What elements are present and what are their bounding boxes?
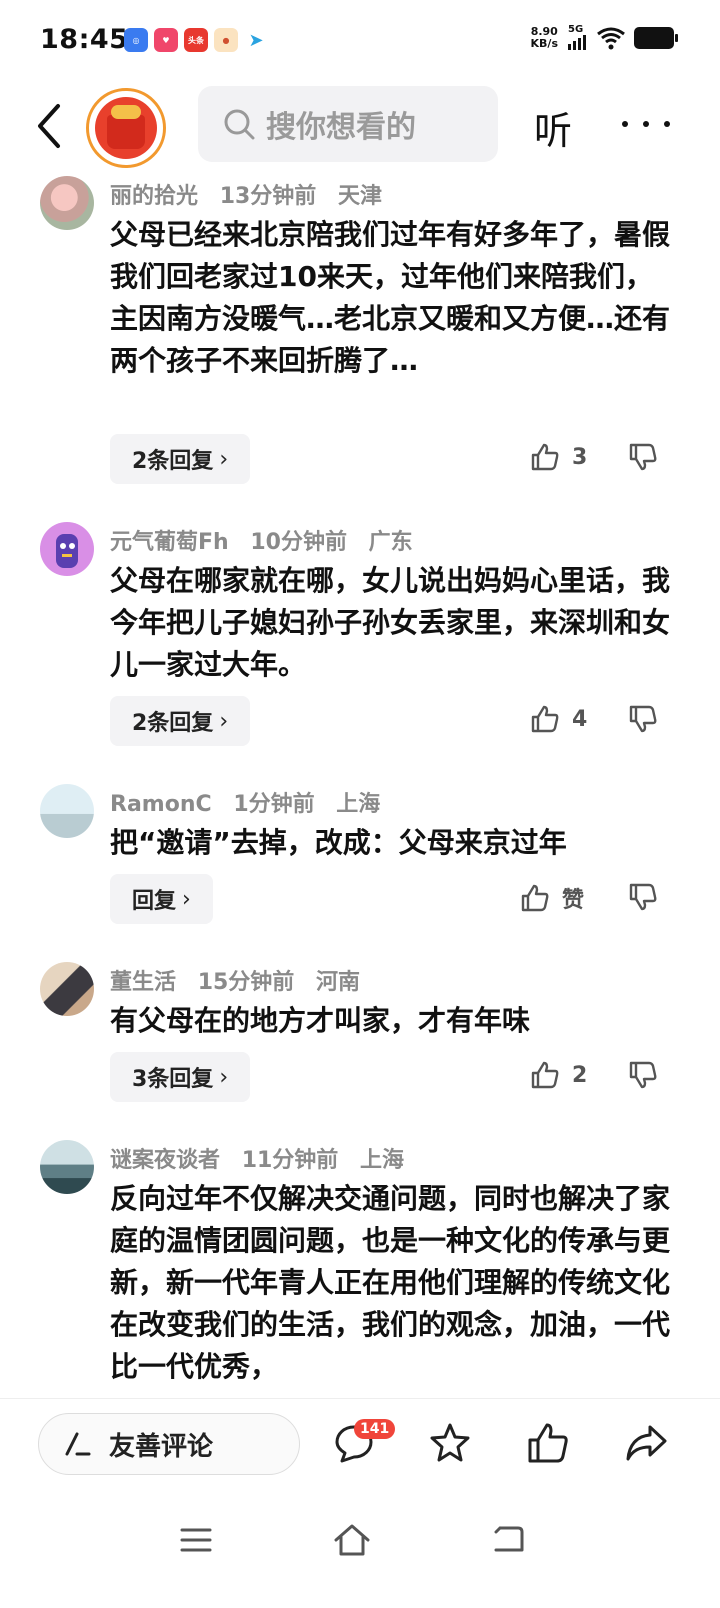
- menu-icon[interactable]: [176, 1520, 216, 1560]
- shopping-app-icon: ♥: [154, 28, 178, 52]
- comment-item: RamonC 1分钟前 上海 把“邀请”去掉，改成：父母来京过年 回复 › 赞: [0, 784, 720, 934]
- comment-time: 11分钟前: [241, 1148, 339, 1173]
- status-app-icons: ◎ ♥ 头条 ● ➤: [124, 28, 268, 52]
- like-button[interactable]: 赞: [520, 882, 584, 914]
- comment-user[interactable]: RamonC: [110, 792, 212, 817]
- home-icon[interactable]: [332, 1520, 372, 1560]
- thumbs-up-icon: [531, 1061, 559, 1089]
- comment-location: 广东: [368, 530, 413, 555]
- comment-location: 上海: [359, 1148, 404, 1173]
- thumbs-up-icon: [531, 443, 559, 471]
- comment-item: 元气葡萄Fh 10分钟前 广东 父母在哪家就在哪，女儿说出妈妈心里话，我今年把儿…: [0, 522, 720, 762]
- status-bar: 18:45 ◎ ♥ 头条 ● ➤ 8.90 KB/s 5G: [0, 0, 720, 80]
- browser-app-icon: ◎: [124, 28, 148, 52]
- comment-count-badge: 141: [354, 1419, 396, 1439]
- reply-button[interactable]: 2条回复 ›: [110, 434, 251, 484]
- like-count: 赞: [562, 888, 585, 913]
- like-button[interactable]: 2: [530, 1060, 587, 1090]
- comment-location: 天津: [337, 184, 382, 209]
- wifi-icon: [597, 27, 625, 50]
- back-icon[interactable]: [28, 98, 72, 154]
- search-input[interactable]: 搜你想看的: [198, 86, 498, 162]
- comment-time: 15分钟前: [197, 970, 295, 995]
- comment-text: 反向过年不仅解决交通问题，同时也解决了家庭的温情团圆问题，也是一种文化的传承与更…: [110, 1182, 671, 1383]
- reply-label: 2条回复: [132, 711, 214, 736]
- network-type: 5G: [568, 24, 584, 35]
- comment-text: 把“邀请”去掉，改成：父母来京过年: [110, 826, 567, 859]
- top-nav: 搜你想看的 听: [0, 80, 720, 170]
- comment-location: 河南: [315, 970, 360, 995]
- thumbs-down-icon[interactable]: [628, 882, 658, 912]
- like-count: 2: [572, 1062, 588, 1088]
- red-bag-icon: [95, 97, 157, 159]
- search-icon: [224, 109, 255, 140]
- battery-icon: [634, 27, 678, 49]
- net-speed: 8.90 KB/s: [531, 26, 558, 50]
- reply-label: 3条回复: [132, 1067, 214, 1092]
- thumbs-down-icon[interactable]: [628, 442, 658, 472]
- comment-time: 10分钟前: [250, 530, 347, 555]
- avatar[interactable]: [40, 176, 94, 230]
- avatar[interactable]: [40, 1140, 94, 1194]
- thumbs-up-icon: [521, 884, 549, 912]
- signal-icon: 5G: [566, 24, 588, 52]
- channel-avatar[interactable]: [86, 88, 166, 168]
- comment-user[interactable]: 丽的拾光: [110, 184, 198, 209]
- avatar[interactable]: [40, 522, 94, 576]
- back-nav-icon[interactable]: [488, 1520, 528, 1560]
- status-indicators: 8.90 KB/s 5G: [531, 24, 678, 52]
- avatar[interactable]: [40, 962, 94, 1016]
- game-app-icon: ●: [214, 28, 238, 52]
- comment-time: 13分钟前: [219, 184, 317, 209]
- thumbs-down-icon[interactable]: [628, 1060, 658, 1090]
- net-speed-unit: KB/s: [530, 37, 558, 50]
- comment-text: 父母已经来北京陪我们过年有好多年了，暑假我们回老家过10来天，过年他们来陪我们，…: [110, 218, 671, 377]
- reply-button[interactable]: 2条回复 ›: [110, 696, 251, 746]
- thumbs-up-icon: [531, 705, 559, 733]
- more-icon[interactable]: [622, 100, 670, 148]
- like-button[interactable]: 3: [530, 442, 587, 472]
- comment-text: 有父母在的地方才叫家，才有年味: [110, 1004, 531, 1037]
- reply-button[interactable]: 回复 ›: [110, 874, 213, 924]
- share-icon[interactable]: [624, 1421, 668, 1465]
- comment-input[interactable]: 友善评论: [38, 1413, 300, 1475]
- star-icon[interactable]: [428, 1421, 472, 1465]
- comment-user[interactable]: 谜案夜谈者: [110, 1148, 220, 1173]
- comment-time: 1分钟前: [233, 792, 315, 817]
- avatar[interactable]: [40, 784, 94, 838]
- comment-item: 丽的拾光 13分钟前 天津 父母已经来北京陪我们过年有好多年了，暑假我们回老家过…: [0, 176, 720, 496]
- search-placeholder: 搜你想看的: [266, 110, 416, 145]
- comment-user[interactable]: 董生活: [110, 970, 176, 995]
- reply-label: 回复: [132, 889, 177, 914]
- comment-meta: 丽的拾光 13分钟前 天津: [110, 178, 396, 210]
- comment-text: 父母在哪家就在哪，女儿说出妈妈心里话，我今年把儿子媳妇孙子孙女丢家里，来深圳和女…: [110, 564, 671, 681]
- bottom-action-bar: 友善评论 141: [0, 1398, 720, 1490]
- comment-meta: 谜案夜谈者 11分钟前 上海: [110, 1142, 418, 1174]
- listen-button[interactable]: 听: [534, 100, 572, 155]
- comment-item: 谜案夜谈者 11分钟前 上海 反向过年不仅解决交通问题，同时也解决了家庭的温情团…: [0, 1140, 720, 1398]
- comment-input-label: 友善评论: [109, 1431, 214, 1462]
- like-count: 3: [572, 444, 588, 470]
- like-count: 4: [572, 706, 588, 732]
- status-time: 18:45: [40, 24, 129, 55]
- comment-meta: 董生活 15分钟前 河南: [110, 964, 374, 996]
- reply-button[interactable]: 3条回复 ›: [110, 1052, 251, 1102]
- comment-meta: 元气葡萄Fh 10分钟前 广东: [110, 524, 427, 556]
- system-nav-bar: [0, 1490, 720, 1608]
- comment-location: 上海: [336, 792, 381, 817]
- thumbs-down-icon[interactable]: [628, 704, 658, 734]
- telegram-app-icon: ➤: [244, 28, 268, 52]
- pen-icon: [65, 1432, 91, 1456]
- like-button[interactable]: 4: [530, 704, 587, 734]
- reply-label: 2条回复: [132, 449, 214, 474]
- toutiao-app-icon: 头条: [184, 28, 208, 52]
- comment-meta: RamonC 1分钟前 上海: [110, 786, 394, 818]
- thumbs-up-icon[interactable]: [526, 1421, 570, 1465]
- comment-user[interactable]: 元气葡萄Fh: [110, 530, 229, 555]
- comment-item: 董生活 15分钟前 河南 有父母在的地方才叫家，才有年味 3条回复 › 2: [0, 962, 720, 1112]
